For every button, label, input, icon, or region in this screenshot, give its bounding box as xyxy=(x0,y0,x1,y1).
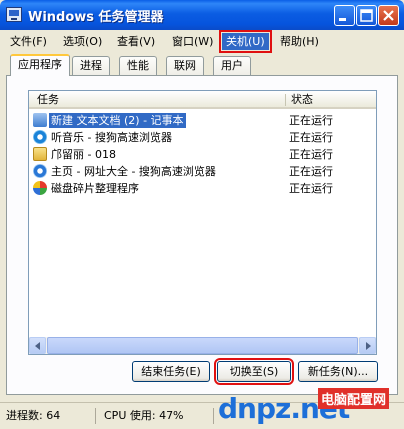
scroll-right-button[interactable] xyxy=(359,337,376,354)
arrow-left-icon xyxy=(35,342,40,350)
list-item[interactable]: 磁盘碎片整理程序 正在运行 xyxy=(29,180,359,197)
title-bar[interactable]: Windows 任务管理器 xyxy=(0,0,404,30)
menu-help[interactable]: 帮助(H) xyxy=(276,33,323,50)
task-name: 磁盘碎片整理程序 xyxy=(51,182,139,195)
tab-performance[interactable]: 性能 xyxy=(119,56,157,75)
task-name: 主页 - 网址大全 - 搜狗高速浏览器 xyxy=(51,165,216,178)
minimize-button[interactable] xyxy=(334,5,355,26)
horizontal-scrollbar[interactable] xyxy=(29,337,376,354)
minimize-icon xyxy=(339,18,346,21)
task-list[interactable]: 任务 状态 新建 文本文档 (2) - 记事本 正在运行 听音乐 - 搜狗高速浏… xyxy=(28,90,377,355)
task-status: 正在运行 xyxy=(289,182,333,195)
list-header: 任务 状态 xyxy=(29,91,376,109)
column-status[interactable]: 状态 xyxy=(291,93,313,108)
arrow-right-icon xyxy=(366,342,371,350)
tab-processes[interactable]: 进程 xyxy=(72,56,110,75)
cpu-usage: CPU 使用: 47% xyxy=(104,408,214,424)
menu-window[interactable]: 窗口(W) xyxy=(168,33,217,50)
task-name: 新建 文本文档 (2) - 记事本 xyxy=(49,113,186,128)
menu-options[interactable]: 选项(O) xyxy=(59,33,106,50)
menu-view[interactable]: 查看(V) xyxy=(113,33,159,50)
notepad-icon xyxy=(33,113,47,127)
tab-users[interactable]: 用户 xyxy=(213,56,251,75)
task-status: 正在运行 xyxy=(289,131,333,144)
browser-icon xyxy=(33,164,47,178)
task-status: 正在运行 xyxy=(289,165,333,178)
end-task-button[interactable]: 结束任务(E) xyxy=(132,361,210,382)
list-item[interactable]: 主页 - 网址大全 - 搜狗高速浏览器 正在运行 xyxy=(29,163,359,180)
list-item[interactable]: 听音乐 - 搜狗高速浏览器 正在运行 xyxy=(29,129,359,146)
menu-bar: 文件(F) 选项(O) 查看(V) 窗口(W) 关机(U) 帮助(H) xyxy=(0,30,404,53)
switch-to-button[interactable]: 切换至(S) xyxy=(214,358,294,385)
maximize-button[interactable] xyxy=(356,5,377,26)
close-icon xyxy=(383,10,394,21)
tab-applications[interactable]: 应用程序 xyxy=(10,54,70,76)
maximize-icon xyxy=(360,9,373,22)
watermark-tagline: 电脑配置网 xyxy=(318,388,390,409)
process-count: 进程数: 64 xyxy=(6,408,96,424)
list-item[interactable]: 新建 文本文档 (2) - 记事本 正在运行 xyxy=(29,112,359,129)
tab-networking[interactable]: 联网 xyxy=(166,56,204,75)
column-task[interactable]: 任务 xyxy=(37,93,59,108)
scroll-left-button[interactable] xyxy=(29,337,46,354)
list-item[interactable]: 邝留丽 - 018 正在运行 xyxy=(29,146,359,163)
task-manager-icon xyxy=(6,7,22,22)
folder-icon xyxy=(33,147,47,161)
task-status: 正在运行 xyxy=(289,114,333,127)
menu-shutdown[interactable]: 关机(U) xyxy=(219,30,272,53)
defrag-icon xyxy=(33,181,47,195)
scroll-thumb[interactable] xyxy=(47,337,358,354)
new-task-button[interactable]: 新任务(N)... xyxy=(298,361,378,382)
task-status: 正在运行 xyxy=(289,148,333,161)
window-title: Windows 任务管理器 xyxy=(28,10,164,25)
close-button[interactable] xyxy=(378,5,399,26)
music-icon xyxy=(33,130,47,144)
task-name: 听音乐 - 搜狗高速浏览器 xyxy=(51,131,172,144)
task-name: 邝留丽 - 018 xyxy=(51,148,116,161)
menu-file[interactable]: 文件(F) xyxy=(6,33,51,50)
column-divider[interactable] xyxy=(285,94,286,106)
site-watermark-logo: dnpz.net 电脑配置网 xyxy=(214,386,404,429)
